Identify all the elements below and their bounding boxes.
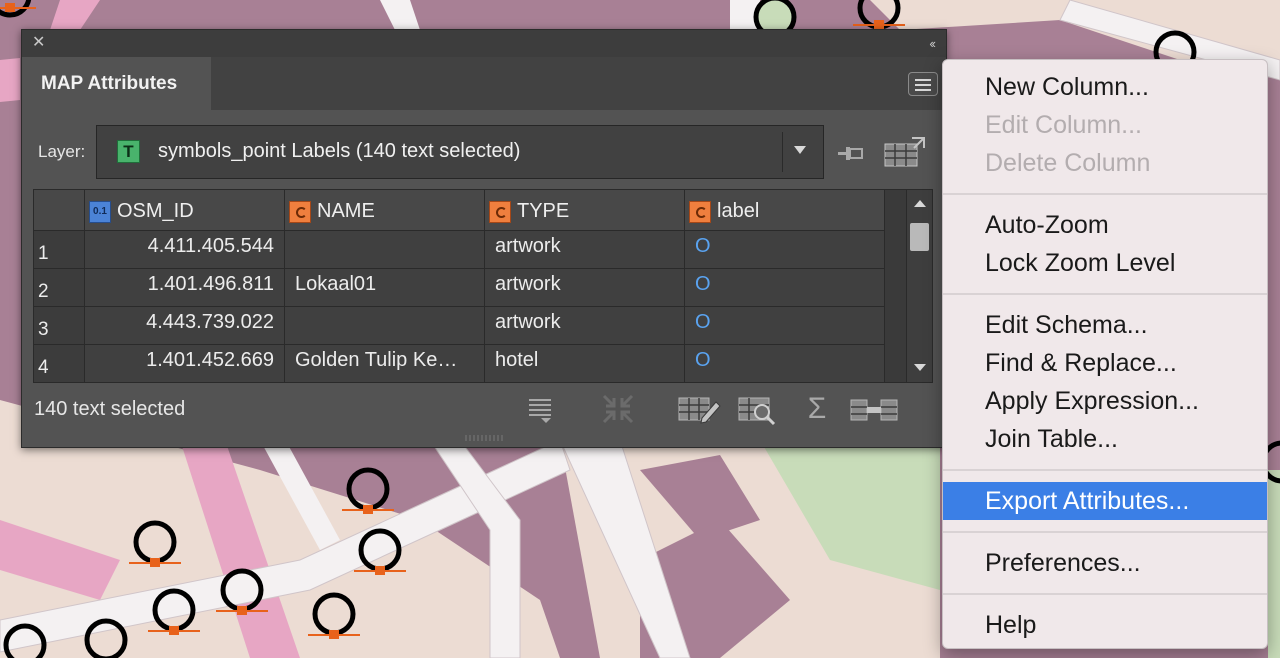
name-cell: Lokaal01	[295, 273, 377, 295]
row-index-header	[34, 190, 85, 231]
label-cell: O	[695, 235, 711, 257]
table-scrollbar[interactable]	[906, 190, 932, 382]
label-cell: O	[695, 311, 711, 333]
menu-separator	[943, 469, 1267, 471]
menu-item-edit-column: Edit Column...	[985, 111, 1143, 139]
column-header-type[interactable]: TYPE	[485, 190, 685, 231]
panel-menu-button[interactable]	[908, 72, 938, 96]
label-cell: O	[695, 273, 711, 295]
chevron-down-icon[interactable]	[794, 146, 806, 154]
name-cell: Golden Tulip Ke…	[295, 349, 458, 371]
hamburger-icon	[915, 79, 931, 81]
scroll-up-icon[interactable]	[914, 200, 926, 207]
string-field-icon	[489, 201, 511, 223]
menu-item-lock-zoom-level[interactable]: Lock Zoom Level	[943, 244, 1267, 282]
sigma-icon[interactable]: Σ	[804, 392, 830, 426]
panel-tab-row: MAP Attributes	[22, 57, 946, 110]
menu-separator	[943, 293, 1267, 295]
column-header-osm-id[interactable]: 0.1 OSM_ID	[85, 190, 285, 231]
attributes-table: 0.1 OSM_ID NAME TYPE label 1 4.411.405.5…	[33, 189, 933, 383]
text-layer-icon: T	[117, 140, 140, 163]
osm-id-cell: 4.443.739.022	[146, 311, 274, 333]
column-header-label[interactable]: label	[685, 190, 885, 231]
table-row[interactable]: 3 4.443.739.022 artwork O	[34, 307, 885, 345]
pin-icon[interactable]	[836, 143, 868, 163]
type-cell: artwork	[495, 311, 561, 333]
selection-status: 140 text selected	[34, 398, 186, 420]
table-row[interactable]: 4 1.401.452.669 Golden Tulip Ke… hotel O	[34, 345, 885, 383]
string-field-icon	[689, 201, 711, 223]
type-cell: artwork	[495, 273, 561, 295]
osm-id-cell: 4.411.405.544	[147, 235, 274, 257]
panel-titlebar[interactable]: ✕ ‹‹	[22, 30, 946, 57]
table-row[interactable]: 2 1.401.496.811 Lokaal01 artwork O	[34, 269, 885, 307]
layer-dropdown-value: symbols_point Labels (140 text selected)	[158, 140, 521, 162]
menu-item-find-replace[interactable]: Find & Replace...	[943, 344, 1267, 382]
map-green-area	[1268, 470, 1280, 658]
collapse-arrows-icon[interactable]	[600, 392, 636, 426]
layer-label: Layer:	[38, 142, 86, 161]
table-row[interactable]: 1 4.411.405.544 artwork O	[34, 231, 885, 269]
close-icon[interactable]: ✕	[32, 33, 45, 53]
collapse-panel-icon[interactable]: ‹‹	[929, 34, 936, 54]
column-header-name[interactable]: NAME	[285, 190, 485, 231]
menu-item-apply-expression[interactable]: Apply Expression...	[943, 382, 1267, 420]
menu-item-export-attributes[interactable]: Export Attributes...	[943, 482, 1267, 520]
osm-id-cell: 1.401.452.669	[146, 349, 274, 371]
menu-item-preferences[interactable]: Preferences...	[943, 544, 1267, 582]
menu-separator	[943, 193, 1267, 195]
menu-item-delete-column: Delete Column	[985, 149, 1151, 177]
scroll-thumb[interactable]	[910, 223, 929, 251]
menu-item-edit-schema[interactable]: Edit Schema...	[943, 306, 1267, 344]
menu-item-join-table[interactable]: Join Table...	[943, 420, 1267, 458]
join-table-icon[interactable]	[850, 392, 898, 426]
string-field-icon	[289, 201, 311, 223]
map-attributes-panel: ✕ ‹‹ MAP Attributes Layer: T symbols_poi…	[21, 29, 947, 448]
panel-options-menu: New Column... Edit Column... Delete Colu…	[942, 59, 1268, 649]
table-settings-icon[interactable]	[884, 136, 926, 168]
menu-item-auto-zoom[interactable]: Auto-Zoom	[943, 206, 1267, 244]
menu-item-help[interactable]: Help	[943, 606, 1267, 644]
menu-item-new-column[interactable]: New Column...	[943, 68, 1267, 106]
list-icon[interactable]	[527, 392, 555, 426]
menu-separator	[943, 531, 1267, 533]
menu-separator	[943, 593, 1267, 595]
scroll-down-icon[interactable]	[914, 364, 926, 371]
type-cell: artwork	[495, 235, 561, 257]
layer-dropdown[interactable]: T symbols_point Labels (140 text selecte…	[96, 125, 824, 179]
table-search-icon[interactable]	[738, 392, 780, 426]
label-cell: O	[695, 349, 711, 371]
osm-id-cell: 1.401.496.811	[147, 273, 274, 295]
number-field-icon: 0.1	[89, 201, 111, 223]
type-cell: hotel	[495, 349, 539, 371]
edit-table-icon[interactable]	[678, 392, 722, 426]
map-street	[0, 58, 20, 102]
tab-map-attributes[interactable]: MAP Attributes	[22, 57, 211, 110]
resize-grip[interactable]	[464, 434, 504, 442]
